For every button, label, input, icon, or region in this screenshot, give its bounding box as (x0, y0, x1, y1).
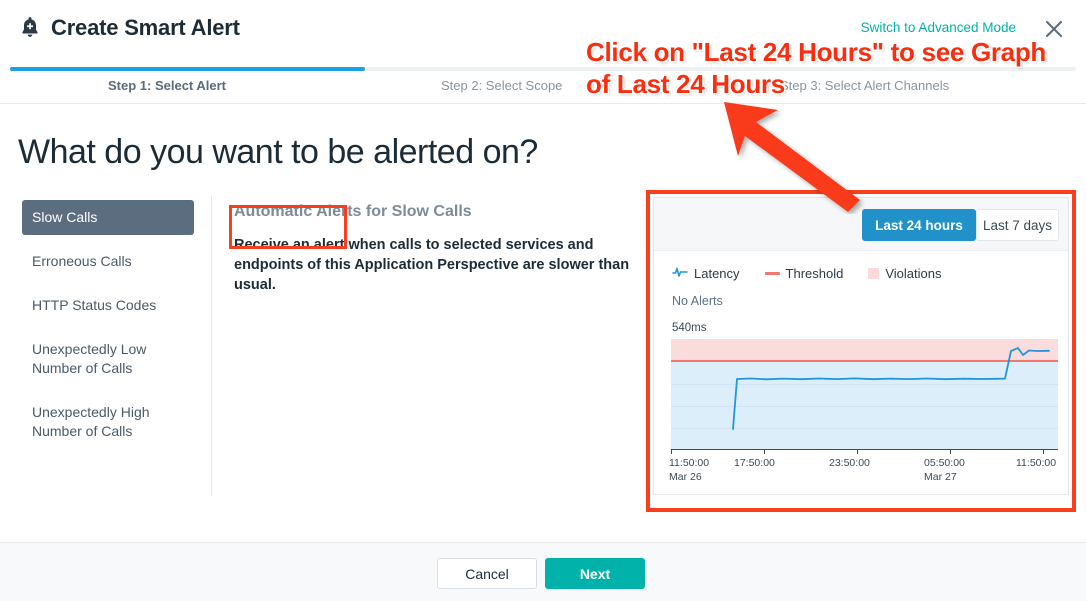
x-tick-label: 05:50:00 (924, 457, 965, 469)
dialog-footer: Cancel Next (0, 543, 1086, 601)
sidebar-item-unexpectedly-high-calls[interactable]: Unexpectedly High Number of Calls (22, 395, 194, 449)
chart-legend: Latency Threshold Violations (672, 266, 942, 281)
sidebar-item-slow-calls[interactable]: Slow Calls (22, 200, 194, 235)
x-tick-label: 11:50:00 (1016, 457, 1057, 469)
status-badge: No Alerts (672, 294, 723, 308)
range-button-last-7-days[interactable]: Last 7 days (976, 209, 1059, 241)
violations-square-icon (868, 268, 880, 279)
next-button[interactable]: Next (545, 558, 645, 589)
create-smart-alert-dialog: Create Smart Alert Switch to Advanced Mo… (0, 0, 1086, 601)
progress-bar-fill (10, 67, 365, 71)
latency-chart-panel: Last 24 hours Last 7 days Latency Thresh… (653, 197, 1069, 495)
legend-label-threshold: Threshold (785, 266, 844, 281)
legend-item-latency[interactable]: Latency (672, 266, 740, 281)
x-tick-label: 11:50:00 (669, 457, 710, 469)
dialog-header: Create Smart Alert Switch to Advanced Mo… (0, 0, 1086, 58)
legend-item-threshold[interactable]: Threshold (764, 266, 844, 281)
step-2-label[interactable]: Step 2: Select Scope (441, 78, 562, 93)
step-3-label[interactable]: Step 3: Select Alert Channels (780, 78, 949, 93)
x-tick-sublabel: Mar 26 (669, 471, 702, 483)
step-indicator: Step 1: Select Alert Step 2: Select Scop… (0, 78, 1086, 100)
page-title: Create Smart Alert (51, 15, 240, 40)
range-button-last-24-hours[interactable]: Last 24 hours (862, 209, 976, 241)
x-tick-sublabel: Mar 27 (924, 471, 957, 483)
legend-label-violations: Violations (885, 266, 942, 281)
alert-type-list: Slow Calls Erroneous Calls HTTP Status C… (22, 200, 194, 458)
latency-series-line (732, 347, 1050, 430)
sidebar-item-erroneous-calls[interactable]: Erroneous Calls (22, 244, 194, 279)
bell-plus-icon (17, 16, 43, 42)
alert-detail-pane: Automatic Alerts for Slow Calls Receive … (234, 203, 634, 295)
y-axis-max-label: 540ms (672, 322, 707, 334)
chart-panel-header: Last 24 hours Last 7 days (654, 198, 1068, 251)
switch-advanced-mode-link[interactable]: Switch to Advanced Mode (861, 20, 1016, 35)
sidebar-item-http-status-codes[interactable]: HTTP Status Codes (22, 288, 194, 323)
chart-plot-area: 11:50:00 17:50:00 23:50:00 05:50:00 11:5… (669, 339, 1058, 483)
x-axis-line (671, 449, 1058, 450)
x-tick-label: 17:50:00 (734, 457, 775, 469)
detail-heading: Automatic Alerts for Slow Calls (234, 203, 472, 220)
header-divider (0, 103, 1086, 104)
main-question-heading: What do you want to be alerted on? (18, 133, 538, 171)
legend-item-violations[interactable]: Violations (868, 266, 942, 281)
step-1-label[interactable]: Step 1: Select Alert (108, 78, 226, 93)
sidebar-divider (211, 196, 212, 496)
x-tick-label: 23:50:00 (829, 457, 870, 469)
sidebar-item-unexpectedly-low-calls[interactable]: Unexpectedly Low Number of Calls (22, 332, 194, 386)
threshold-dash-icon (764, 272, 780, 275)
cancel-button[interactable]: Cancel (437, 558, 537, 589)
close-icon[interactable] (1042, 17, 1066, 41)
detail-description: Receive an alert when calls to selected … (234, 237, 630, 293)
legend-label-latency: Latency (694, 266, 740, 281)
latency-line-icon (672, 266, 688, 281)
progress-bar-track (10, 67, 1076, 71)
